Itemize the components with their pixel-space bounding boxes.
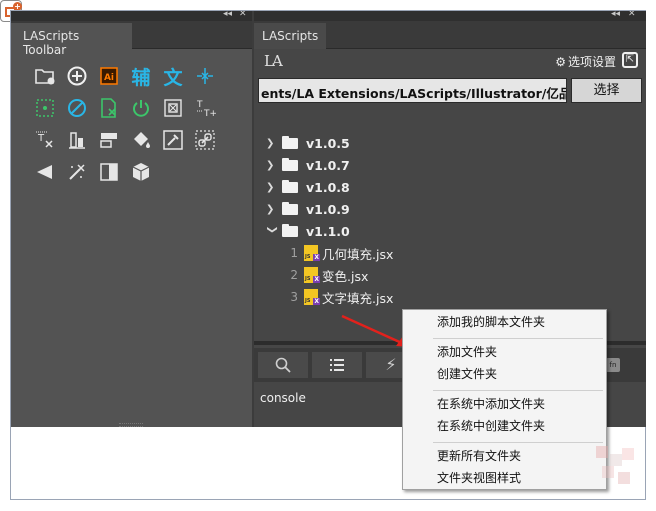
align-center-icon[interactable] <box>193 64 217 88</box>
wen-char-icon[interactable]: 文 <box>161 64 185 89</box>
tabstrip: LAScripts <box>254 21 646 49</box>
context-menu: 添加我的脚本文件夹 添加文件夹 创建文件夹 在系统中添加文件夹 在系统中创建文件… <box>402 309 607 490</box>
file-index: 3 <box>290 290 298 304</box>
svg-text:T+: T+ <box>203 109 216 119</box>
menu-add-folder[interactable]: 添加文件夹 <box>403 342 606 363</box>
search-button[interactable] <box>258 352 308 378</box>
file-index: 1 <box>290 246 298 260</box>
chevron-right-icon[interactable]: ❯ <box>266 138 278 149</box>
folder-label: v1.0.9 <box>306 201 350 217</box>
tree-folder-v110[interactable]: ❯ v1.1.0 <box>266 221 350 241</box>
menu-add-folder-in-system[interactable]: 在系统中添加文件夹 <box>403 394 606 415</box>
chevron-down-icon[interactable]: ❯ <box>267 225 278 237</box>
folder-label: v1.0.8 <box>306 179 350 195</box>
panel-topbar: ◂◂ ✕ <box>254 11 646 21</box>
close-icon[interactable]: ✕ <box>628 11 636 19</box>
prohibit-icon[interactable] <box>65 96 89 120</box>
settings-label: 选项设置 <box>567 55 616 69</box>
svg-text:T: T <box>196 100 203 110</box>
list-icon <box>330 359 344 371</box>
menu-create-folder[interactable]: 创建文件夹 <box>403 364 606 385</box>
folder-icon <box>282 224 300 238</box>
jsx-file-icon: JS X <box>304 245 320 261</box>
gear-icon: ⚙ <box>555 55 566 69</box>
jsx-file-icon: JS X <box>304 289 320 305</box>
menu-refresh-all-folders[interactable]: 更新所有文件夹 <box>403 446 606 467</box>
file-label: 变色.jsx <box>322 268 369 284</box>
panel-topbar: ◂◂ ✕ <box>11 11 252 21</box>
menu-add-my-script-folder[interactable]: 添加我的脚本文件夹 <box>403 312 606 333</box>
panel-header: LA ⚙ 选项设置 ⇱ <box>254 49 646 73</box>
jsx-file-icon: JS X <box>304 267 320 283</box>
new-folder-icon[interactable] <box>33 64 57 88</box>
folder-label: v1.0.7 <box>306 157 350 173</box>
fn-badge-icon[interactable]: fn <box>606 358 620 372</box>
folder-label: v1.1.0 <box>306 223 350 239</box>
settings-button[interactable]: ⚙ 选项设置 <box>555 53 616 70</box>
tab-lascripts-toolbar[interactable]: LAScripts Toolbar <box>11 23 132 57</box>
search-icon <box>275 357 291 373</box>
la-logo: LA <box>264 52 283 70</box>
fu-char-icon[interactable]: 辅 <box>129 64 153 89</box>
magic-clear-icon[interactable] <box>65 160 89 184</box>
tree-folder-v105[interactable]: ❯ v1.0.5 <box>266 133 350 153</box>
file-label: 几何填充.jsx <box>322 246 394 262</box>
watermark-pixels <box>596 446 636 490</box>
chevron-right-icon[interactable]: ❯ <box>266 204 278 215</box>
chevron-right-icon[interactable]: ❯ <box>266 182 278 193</box>
bounding-box-icon[interactable] <box>161 96 185 120</box>
align-top-icon[interactable] <box>97 128 121 152</box>
chevron-right-icon[interactable]: ❯ <box>266 160 278 171</box>
cube-icon[interactable] <box>129 160 153 184</box>
illustrator-ai-icon[interactable]: Ai <box>97 64 121 88</box>
file-index: 2 <box>290 268 298 282</box>
add-circle-icon[interactable] <box>65 64 89 88</box>
file-remove-icon[interactable] <box>97 96 121 120</box>
triangle-fill-icon[interactable] <box>33 160 57 184</box>
svg-text:Ai: Ai <box>104 73 114 83</box>
console-label: console <box>260 391 306 405</box>
menu-separator <box>433 390 603 391</box>
tree-folder-v109[interactable]: ❯ v1.0.9 <box>266 199 350 219</box>
link-icon[interactable] <box>193 128 217 152</box>
export-icon[interactable]: ⇱ <box>622 52 638 68</box>
menu-create-folder-in-system[interactable]: 在系统中创建文件夹 <box>403 416 606 437</box>
folder-label: v1.0.5 <box>306 135 350 151</box>
folder-icon <box>282 158 300 172</box>
svg-text:T: T <box>37 133 45 144</box>
tabstrip: LAScripts Toolbar <box>11 21 252 57</box>
split-panel-icon[interactable] <box>97 160 121 184</box>
list-button[interactable] <box>312 352 362 378</box>
select-bounds-icon[interactable] <box>33 96 57 120</box>
menu-separator <box>433 442 603 443</box>
folder-icon <box>282 180 300 194</box>
tree-file[interactable]: 3 JS X 文字填充.jsx <box>284 287 393 307</box>
folder-path-input[interactable]: ents/LA Extensions/LAScripts/Illustrator… <box>258 78 567 103</box>
eyedropper-icon[interactable] <box>161 128 185 152</box>
collapse-icon[interactable]: ◂◂ <box>611 11 620 19</box>
close-icon[interactable]: ✕ <box>239 11 247 19</box>
choose-button[interactable]: 选择 <box>571 78 642 103</box>
tree-file[interactable]: 2 JS X 变色.jsx <box>284 265 368 285</box>
tree-file[interactable]: 1 JS X 几何填充.jsx <box>284 243 393 263</box>
lightning-icon: ⚡ <box>385 355 397 374</box>
toolbar-panel: ◂◂ ✕ LAScripts Toolbar Ai 辅 文 T T+ T <box>11 11 252 427</box>
folder-icon <box>282 202 300 216</box>
file-label: 文字填充.jsx <box>322 290 394 306</box>
menu-folder-view-style[interactable]: 文件夹视图样式 <box>403 468 606 489</box>
path-row: ents/LA Extensions/LAScripts/Illustrator… <box>258 78 642 103</box>
tree-folder-v107[interactable]: ❯ v1.0.7 <box>266 155 350 175</box>
collapse-icon[interactable]: ◂◂ <box>223 11 232 19</box>
menu-separator <box>433 338 603 339</box>
folder-icon <box>282 136 300 150</box>
tab-lascripts[interactable]: LAScripts <box>254 23 326 49</box>
paint-bucket-icon[interactable] <box>129 128 153 152</box>
text-clear-icon[interactable]: T <box>33 128 57 152</box>
text-multi-icon[interactable]: T T+ <box>193 96 217 120</box>
align-bottom-icon[interactable] <box>65 128 89 152</box>
power-icon[interactable] <box>129 96 153 120</box>
tree-folder-v108[interactable]: ❯ v1.0.8 <box>266 177 350 197</box>
